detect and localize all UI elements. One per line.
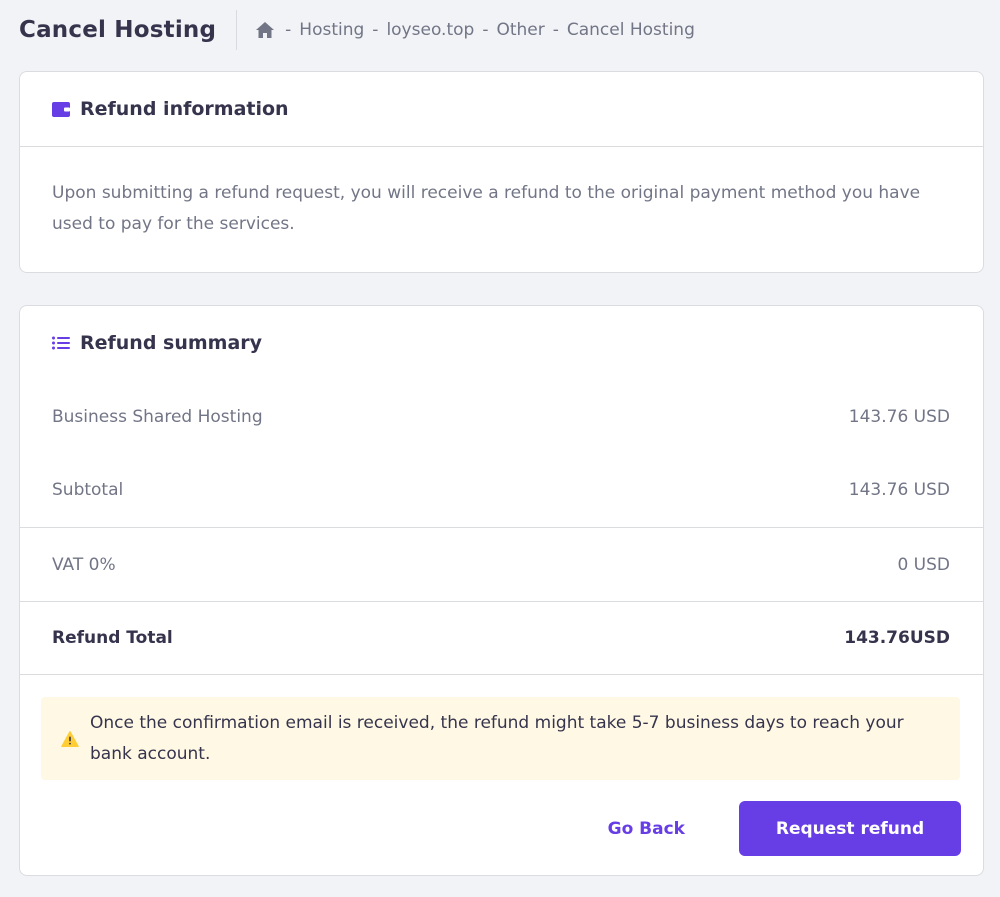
page-header: Cancel Hosting - Hosting - loyseo.top - …: [19, 10, 695, 50]
refund-information-title: Refund information: [80, 98, 289, 120]
breadcrumb-item-hosting[interactable]: Hosting: [299, 20, 364, 40]
go-back-button[interactable]: Go Back: [580, 801, 713, 856]
summary-row-product: Business Shared Hosting 143.76 USD: [20, 380, 983, 453]
page-title: Cancel Hosting: [19, 17, 217, 43]
refund-summary-card: Refund summary Business Shared Hosting 1…: [19, 305, 984, 876]
summary-row-total: Refund Total 143.76USD: [20, 601, 983, 675]
refund-information-card: Refund information Upon submitting a ref…: [19, 71, 984, 273]
refund-actions: Go Back Request refund: [20, 801, 983, 856]
breadcrumb: - Hosting - loyseo.top - Other - Cancel …: [255, 20, 695, 40]
breadcrumb-separator: -: [482, 20, 489, 40]
alert-text: Once the confirmation email is received,…: [90, 712, 904, 764]
list-icon: [52, 334, 70, 352]
breadcrumb-item-other[interactable]: Other: [496, 20, 544, 40]
summary-row-subtotal: Subtotal 143.76 USD: [20, 453, 983, 527]
breadcrumb-item-domain[interactable]: loyseo.top: [386, 20, 474, 40]
summary-row-label: Refund Total: [52, 628, 173, 648]
refund-information-header: Refund information: [20, 72, 983, 147]
refund-timing-alert: Once the confirmation email is received,…: [41, 697, 960, 780]
refund-summary-header: Refund summary: [20, 306, 983, 380]
summary-row-value: 0 USD: [897, 554, 950, 575]
summary-row-value: 143.76 USD: [848, 480, 950, 500]
request-refund-button[interactable]: Request refund: [739, 801, 961, 856]
summary-row-label: Subtotal: [52, 480, 124, 500]
refund-summary-title: Refund summary: [80, 332, 263, 354]
summary-row-value: 143.76USD: [844, 628, 950, 648]
summary-row-label: VAT 0%: [52, 554, 116, 575]
breadcrumb-separator: -: [372, 20, 379, 40]
summary-row-label: Business Shared Hosting: [52, 406, 263, 427]
summary-row-value: 143.76 USD: [848, 406, 950, 427]
breadcrumb-separator: -: [285, 20, 292, 40]
home-icon[interactable]: [255, 21, 275, 39]
refund-information-text: Upon submitting a refund request, you wi…: [52, 183, 921, 234]
summary-row-vat: VAT 0% 0 USD: [20, 527, 983, 601]
warning-icon: [61, 730, 79, 748]
breadcrumb-separator: -: [552, 20, 559, 40]
header-divider: [236, 10, 238, 50]
breadcrumb-item-current: Cancel Hosting: [566, 20, 695, 40]
wallet-icon: [52, 100, 70, 118]
